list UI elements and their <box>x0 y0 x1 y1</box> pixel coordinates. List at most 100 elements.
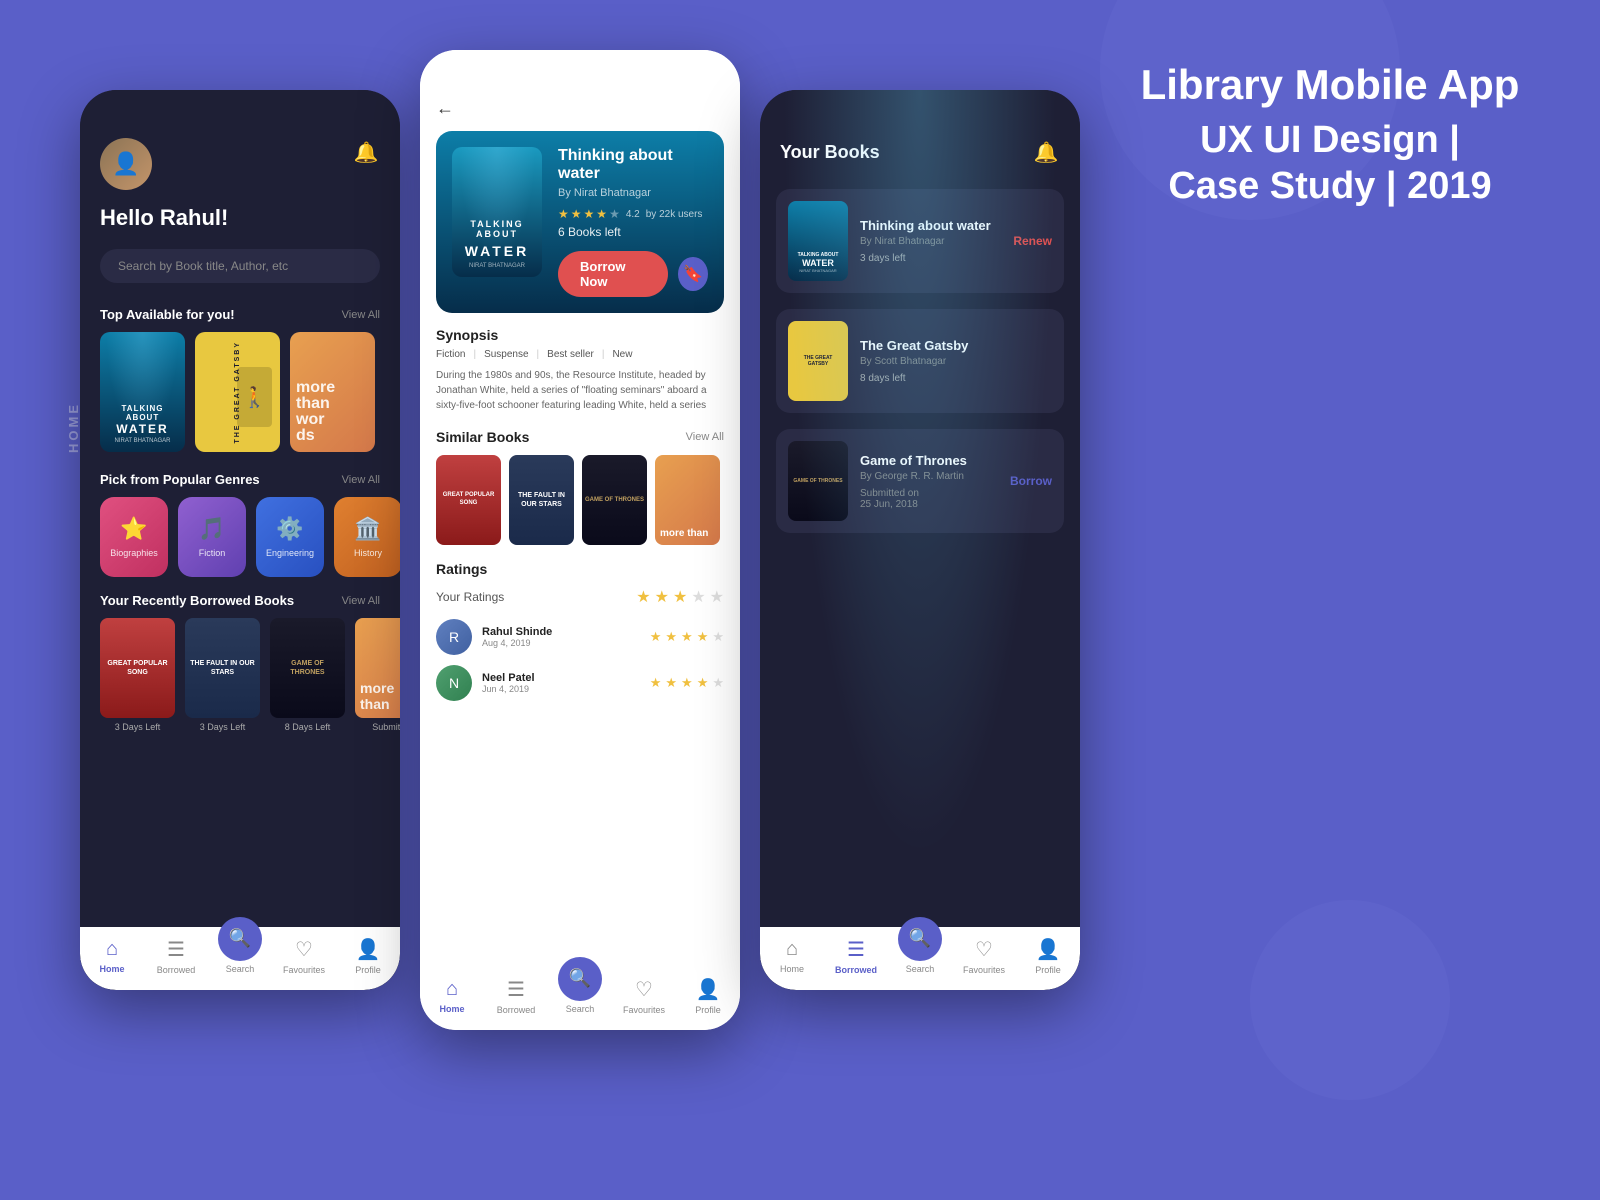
got-label: 8 Days Left <box>285 722 331 732</box>
home-side-label: HOME <box>66 402 81 453</box>
genres-view-all[interactable]: View All <box>342 474 380 486</box>
nav2-fav-icon: ♡ <box>635 977 653 1002</box>
similar-great-song[interactable]: GREAT POPULAR SONG <box>436 455 501 545</box>
borrowed-got[interactable]: GAME OF THRONES 8 Days Left <box>270 618 345 732</box>
nav2-home[interactable]: ⌂ Home <box>425 978 480 1014</box>
your-star-1: ★ <box>636 587 650 607</box>
top-available-view-all[interactable]: View All <box>342 309 380 321</box>
review-rahul: R Rahul Shinde Aug 4, 2019 ★ ★ ★ ★ ★ <box>436 619 724 655</box>
genre-history[interactable]: 🏛️ History <box>334 497 400 577</box>
avatar[interactable]: 👤 <box>100 138 152 190</box>
nav2-home-label: Home <box>439 1004 464 1014</box>
phone-borrowed: Your Books 🔔 TALKING ABOUT WATER NIRAT B… <box>760 90 1080 990</box>
rs4: ★ <box>697 629 709 645</box>
borrowed-card-water[interactable]: TALKING ABOUT WATER NIRAT BHATNAGAR Thin… <box>776 189 1064 293</box>
ns3: ★ <box>681 675 693 691</box>
search-bar[interactable]: Search by Book title, Author, etc <box>100 249 380 283</box>
title-sub: UX UI Design |Case Study | 2019 <box>1140 118 1520 209</box>
nav2-profile[interactable]: 👤 Profile <box>681 977 736 1015</box>
similar-more[interactable]: more than <box>655 455 720 545</box>
similar-header: Similar Books View All <box>436 429 724 445</box>
hero-info: Thinking about water By Nirat Bhatnagar … <box>558 147 708 297</box>
search-nav-label: Search <box>226 964 255 974</box>
nav2-search[interactable]: 🔍 Search <box>553 979 608 1014</box>
nav-search[interactable]: 🔍 Search <box>213 939 268 974</box>
rs5: ★ <box>712 629 724 645</box>
top-available-title: Top Available for you! <box>100 307 235 322</box>
hero-book-author: By Nirat Bhatnagar <box>558 187 708 199</box>
nav2-profile-icon: 👤 <box>696 977 721 1002</box>
water-rays <box>100 332 185 452</box>
similar-fs-title: THE FAULT IN OUR STARS <box>513 491 570 509</box>
hero-book-title: Thinking about water <box>558 147 708 183</box>
borrowed-view-all[interactable]: View All <box>342 595 380 607</box>
profile-nav-icon: 👤 <box>356 937 381 962</box>
divider-3: | <box>602 349 605 360</box>
genre-tag-fiction: Fiction <box>436 349 465 360</box>
book-water[interactable]: TALKING ABOUT WATER NIRAT BHATNAGAR <box>100 332 185 452</box>
rating-value: 4.2 <box>626 209 640 220</box>
your-star-2: ★ <box>655 587 669 607</box>
search-btn[interactable]: 🔍 <box>218 917 262 961</box>
star-1: ★ <box>558 207 569 221</box>
your-rating-stars[interactable]: ★ ★ ★ ★ ★ <box>636 587 724 607</box>
book-more[interactable]: morethanwords <box>290 332 375 452</box>
similar-got[interactable]: GAME OF THRONES <box>582 455 647 545</box>
more-text: morethan <box>360 680 394 712</box>
genre-engineering[interactable]: ⚙️ Engineering <box>256 497 324 577</box>
borrowed-more[interactable]: morethan Submitted <box>355 618 400 732</box>
nav2-favourites[interactable]: ♡ Favourites <box>617 977 672 1015</box>
gatsby-figure: 🚶 <box>237 367 272 427</box>
title-main: Library Mobile App <box>1140 60 1520 110</box>
bottom-nav-desc: ⌂ Home ☰ Borrowed 🔍 Search ♡ Favourites <box>420 967 740 1030</box>
genre-biographies[interactable]: ⭐ Biographies <box>100 497 168 577</box>
more-book-text: morethanwords <box>296 380 335 444</box>
nav2-borrowed[interactable]: ☰ Borrowed <box>489 977 544 1015</box>
bookmark-button[interactable]: 🔖 <box>678 257 708 291</box>
phone-book-desc: ← TALKING ABOUT WATER NIRAT BHATNAGAR Th… <box>420 50 740 1030</box>
bottom-nav-home: ⌂ Home ☰ Borrowed 🔍 Search ♡ Favourites <box>80 927 400 990</box>
book-desc-hero: TALKING ABOUT WATER NIRAT BHATNAGAR Thin… <box>436 131 724 313</box>
home-nav-label: Home <box>99 964 124 974</box>
your-star-5: ★ <box>710 587 724 607</box>
book-gatsby[interactable]: THE GREAT GATSBY 🚶 <box>195 332 280 452</box>
review-neel: N Neel Patel Jun 4, 2019 ★ ★ ★ ★ ★ <box>436 665 724 701</box>
similar-view-all[interactable]: View All <box>686 431 724 443</box>
genres-title: Pick from Popular Genres <box>100 472 260 487</box>
genres-row: ⭐ Biographies 🎵 Fiction ⚙️ Engineering 🏛… <box>80 497 400 585</box>
nav-profile[interactable]: 👤 Profile <box>341 937 396 975</box>
fault-stars-cover: THE FAULT IN OUR STARS <box>185 618 260 718</box>
nav-home[interactable]: ⌂ Home <box>85 938 140 974</box>
genre-fiction[interactable]: 🎵 Fiction <box>178 497 246 577</box>
got-title: GAME OF THRONES <box>274 659 341 677</box>
biographies-label: Biographies <box>110 548 158 558</box>
borrowed-fault-stars[interactable]: THE FAULT IN OUR STARS 3 Days Left <box>185 618 260 732</box>
borrowed-nav-icon: ☰ <box>167 937 185 962</box>
fav-nav-label: Favourites <box>283 965 325 975</box>
similar-title: Similar Books <box>436 429 529 445</box>
home-screen: 👤 🔔 Hello Rahul! Search by Book title, A… <box>80 90 400 990</box>
star-5: ★ <box>609 207 620 221</box>
borrowed-great-song[interactable]: GREAT POPULAR SONG 3 Days Left <box>100 618 175 732</box>
neel-name: Neel Patel <box>482 672 640 684</box>
ns1: ★ <box>650 675 662 691</box>
similar-fault-stars[interactable]: THE FAULT IN OUR STARS <box>509 455 574 545</box>
hero-stars: ★ ★ ★ ★ ★ 4.2 by 22k users <box>558 207 708 221</box>
hero-cover-title: TALKING ABOUT <box>457 219 537 239</box>
nav2-borrowed-label: Borrowed <box>497 1005 536 1015</box>
borrow-now-button[interactable]: Borrow Now <box>558 251 668 297</box>
fiction-label: Fiction <box>199 548 226 558</box>
similar-books-row: GREAT POPULAR SONG THE FAULT IN OUR STAR… <box>436 455 724 545</box>
nav-borrowed[interactable]: ☰ Borrowed <box>149 937 204 975</box>
borrowed-screen: Your Books 🔔 TALKING ABOUT WATER NIRAT B… <box>760 90 1080 990</box>
hero-actions: Borrow Now 🔖 <box>558 251 708 297</box>
back-arrow-icon[interactable]: ← <box>436 98 454 119</box>
neel-info: Neel Patel Jun 4, 2019 <box>482 672 640 694</box>
bell-icon[interactable]: 🔔 <box>352 138 380 166</box>
synopsis-text: During the 1980s and 90s, the Resource I… <box>436 368 724 413</box>
borrowed-nav-label: Borrowed <box>157 965 196 975</box>
nav-favourites[interactable]: ♡ Favourites <box>277 937 332 975</box>
star-3: ★ <box>584 207 595 221</box>
nav2-search-btn[interactable]: 🔍 <box>558 957 602 1001</box>
bg-decor-2 <box>1250 900 1450 1100</box>
